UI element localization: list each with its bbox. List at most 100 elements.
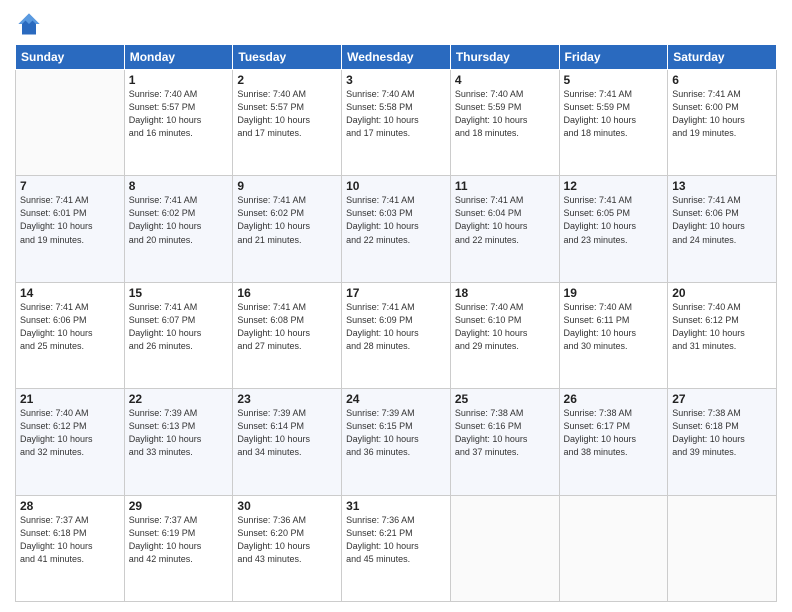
day-info: Sunrise: 7:41 AMSunset: 6:07 PMDaylight:… xyxy=(129,301,229,353)
calendar-cell xyxy=(559,495,668,601)
col-header-thursday: Thursday xyxy=(450,45,559,70)
calendar-cell xyxy=(450,495,559,601)
day-info: Sunrise: 7:41 AMSunset: 5:59 PMDaylight:… xyxy=(564,88,664,140)
day-number: 2 xyxy=(237,73,337,87)
day-number: 24 xyxy=(346,392,446,406)
day-info: Sunrise: 7:39 AMSunset: 6:13 PMDaylight:… xyxy=(129,407,229,459)
day-number: 15 xyxy=(129,286,229,300)
day-number: 22 xyxy=(129,392,229,406)
col-header-saturday: Saturday xyxy=(668,45,777,70)
day-info: Sunrise: 7:41 AMSunset: 6:02 PMDaylight:… xyxy=(237,194,337,246)
col-header-tuesday: Tuesday xyxy=(233,45,342,70)
day-number: 1 xyxy=(129,73,229,87)
calendar-cell: 14Sunrise: 7:41 AMSunset: 6:06 PMDayligh… xyxy=(16,282,125,388)
day-number: 8 xyxy=(129,179,229,193)
calendar-cell: 21Sunrise: 7:40 AMSunset: 6:12 PMDayligh… xyxy=(16,389,125,495)
day-number: 16 xyxy=(237,286,337,300)
col-header-wednesday: Wednesday xyxy=(342,45,451,70)
day-info: Sunrise: 7:38 AMSunset: 6:18 PMDaylight:… xyxy=(672,407,772,459)
day-number: 10 xyxy=(346,179,446,193)
calendar-cell: 11Sunrise: 7:41 AMSunset: 6:04 PMDayligh… xyxy=(450,176,559,282)
calendar-cell: 18Sunrise: 7:40 AMSunset: 6:10 PMDayligh… xyxy=(450,282,559,388)
day-number: 13 xyxy=(672,179,772,193)
calendar-cell: 6Sunrise: 7:41 AMSunset: 6:00 PMDaylight… xyxy=(668,70,777,176)
day-number: 26 xyxy=(564,392,664,406)
day-info: Sunrise: 7:39 AMSunset: 6:15 PMDaylight:… xyxy=(346,407,446,459)
day-info: Sunrise: 7:41 AMSunset: 6:06 PMDaylight:… xyxy=(20,301,120,353)
day-number: 27 xyxy=(672,392,772,406)
calendar-cell: 29Sunrise: 7:37 AMSunset: 6:19 PMDayligh… xyxy=(124,495,233,601)
calendar-cell: 1Sunrise: 7:40 AMSunset: 5:57 PMDaylight… xyxy=(124,70,233,176)
calendar-cell: 23Sunrise: 7:39 AMSunset: 6:14 PMDayligh… xyxy=(233,389,342,495)
calendar-cell xyxy=(16,70,125,176)
calendar-cell: 15Sunrise: 7:41 AMSunset: 6:07 PMDayligh… xyxy=(124,282,233,388)
day-number: 14 xyxy=(20,286,120,300)
logo xyxy=(15,10,47,38)
day-info: Sunrise: 7:40 AMSunset: 5:57 PMDaylight:… xyxy=(237,88,337,140)
calendar-cell: 26Sunrise: 7:38 AMSunset: 6:17 PMDayligh… xyxy=(559,389,668,495)
calendar-week-2: 7Sunrise: 7:41 AMSunset: 6:01 PMDaylight… xyxy=(16,176,777,282)
calendar-cell: 12Sunrise: 7:41 AMSunset: 6:05 PMDayligh… xyxy=(559,176,668,282)
day-info: Sunrise: 7:41 AMSunset: 6:01 PMDaylight:… xyxy=(20,194,120,246)
calendar-cell: 22Sunrise: 7:39 AMSunset: 6:13 PMDayligh… xyxy=(124,389,233,495)
day-info: Sunrise: 7:40 AMSunset: 6:10 PMDaylight:… xyxy=(455,301,555,353)
day-info: Sunrise: 7:38 AMSunset: 6:17 PMDaylight:… xyxy=(564,407,664,459)
calendar-cell: 16Sunrise: 7:41 AMSunset: 6:08 PMDayligh… xyxy=(233,282,342,388)
calendar-cell: 5Sunrise: 7:41 AMSunset: 5:59 PMDaylight… xyxy=(559,70,668,176)
day-number: 28 xyxy=(20,499,120,513)
day-number: 7 xyxy=(20,179,120,193)
day-info: Sunrise: 7:41 AMSunset: 6:03 PMDaylight:… xyxy=(346,194,446,246)
calendar-cell: 20Sunrise: 7:40 AMSunset: 6:12 PMDayligh… xyxy=(668,282,777,388)
day-info: Sunrise: 7:40 AMSunset: 5:58 PMDaylight:… xyxy=(346,88,446,140)
calendar-week-3: 14Sunrise: 7:41 AMSunset: 6:06 PMDayligh… xyxy=(16,282,777,388)
calendar-week-4: 21Sunrise: 7:40 AMSunset: 6:12 PMDayligh… xyxy=(16,389,777,495)
day-number: 11 xyxy=(455,179,555,193)
calendar-cell: 17Sunrise: 7:41 AMSunset: 6:09 PMDayligh… xyxy=(342,282,451,388)
day-info: Sunrise: 7:38 AMSunset: 6:16 PMDaylight:… xyxy=(455,407,555,459)
calendar-cell: 3Sunrise: 7:40 AMSunset: 5:58 PMDaylight… xyxy=(342,70,451,176)
day-number: 17 xyxy=(346,286,446,300)
day-number: 3 xyxy=(346,73,446,87)
day-number: 19 xyxy=(564,286,664,300)
day-number: 20 xyxy=(672,286,772,300)
calendar-week-1: 1Sunrise: 7:40 AMSunset: 5:57 PMDaylight… xyxy=(16,70,777,176)
day-info: Sunrise: 7:40 AMSunset: 5:59 PMDaylight:… xyxy=(455,88,555,140)
day-info: Sunrise: 7:41 AMSunset: 6:04 PMDaylight:… xyxy=(455,194,555,246)
day-info: Sunrise: 7:36 AMSunset: 6:20 PMDaylight:… xyxy=(237,514,337,566)
col-header-friday: Friday xyxy=(559,45,668,70)
day-number: 12 xyxy=(564,179,664,193)
day-number: 4 xyxy=(455,73,555,87)
page: SundayMondayTuesdayWednesdayThursdayFrid… xyxy=(0,0,792,612)
day-number: 31 xyxy=(346,499,446,513)
calendar-week-5: 28Sunrise: 7:37 AMSunset: 6:18 PMDayligh… xyxy=(16,495,777,601)
day-info: Sunrise: 7:40 AMSunset: 5:57 PMDaylight:… xyxy=(129,88,229,140)
day-info: Sunrise: 7:36 AMSunset: 6:21 PMDaylight:… xyxy=(346,514,446,566)
calendar-header-row: SundayMondayTuesdayWednesdayThursdayFrid… xyxy=(16,45,777,70)
calendar-cell: 7Sunrise: 7:41 AMSunset: 6:01 PMDaylight… xyxy=(16,176,125,282)
col-header-sunday: Sunday xyxy=(16,45,125,70)
day-number: 6 xyxy=(672,73,772,87)
calendar-cell: 8Sunrise: 7:41 AMSunset: 6:02 PMDaylight… xyxy=(124,176,233,282)
day-info: Sunrise: 7:41 AMSunset: 6:09 PMDaylight:… xyxy=(346,301,446,353)
day-info: Sunrise: 7:39 AMSunset: 6:14 PMDaylight:… xyxy=(237,407,337,459)
day-number: 21 xyxy=(20,392,120,406)
calendar-cell: 13Sunrise: 7:41 AMSunset: 6:06 PMDayligh… xyxy=(668,176,777,282)
day-number: 9 xyxy=(237,179,337,193)
calendar-cell: 2Sunrise: 7:40 AMSunset: 5:57 PMDaylight… xyxy=(233,70,342,176)
calendar-cell: 19Sunrise: 7:40 AMSunset: 6:11 PMDayligh… xyxy=(559,282,668,388)
day-info: Sunrise: 7:40 AMSunset: 6:12 PMDaylight:… xyxy=(20,407,120,459)
day-number: 18 xyxy=(455,286,555,300)
day-info: Sunrise: 7:41 AMSunset: 6:06 PMDaylight:… xyxy=(672,194,772,246)
day-info: Sunrise: 7:41 AMSunset: 6:05 PMDaylight:… xyxy=(564,194,664,246)
calendar-cell: 27Sunrise: 7:38 AMSunset: 6:18 PMDayligh… xyxy=(668,389,777,495)
day-number: 30 xyxy=(237,499,337,513)
day-info: Sunrise: 7:37 AMSunset: 6:18 PMDaylight:… xyxy=(20,514,120,566)
calendar-cell xyxy=(668,495,777,601)
day-number: 5 xyxy=(564,73,664,87)
day-info: Sunrise: 7:37 AMSunset: 6:19 PMDaylight:… xyxy=(129,514,229,566)
logo-icon xyxy=(15,10,43,38)
day-info: Sunrise: 7:41 AMSunset: 6:00 PMDaylight:… xyxy=(672,88,772,140)
calendar-cell: 24Sunrise: 7:39 AMSunset: 6:15 PMDayligh… xyxy=(342,389,451,495)
day-info: Sunrise: 7:40 AMSunset: 6:12 PMDaylight:… xyxy=(672,301,772,353)
day-number: 23 xyxy=(237,392,337,406)
